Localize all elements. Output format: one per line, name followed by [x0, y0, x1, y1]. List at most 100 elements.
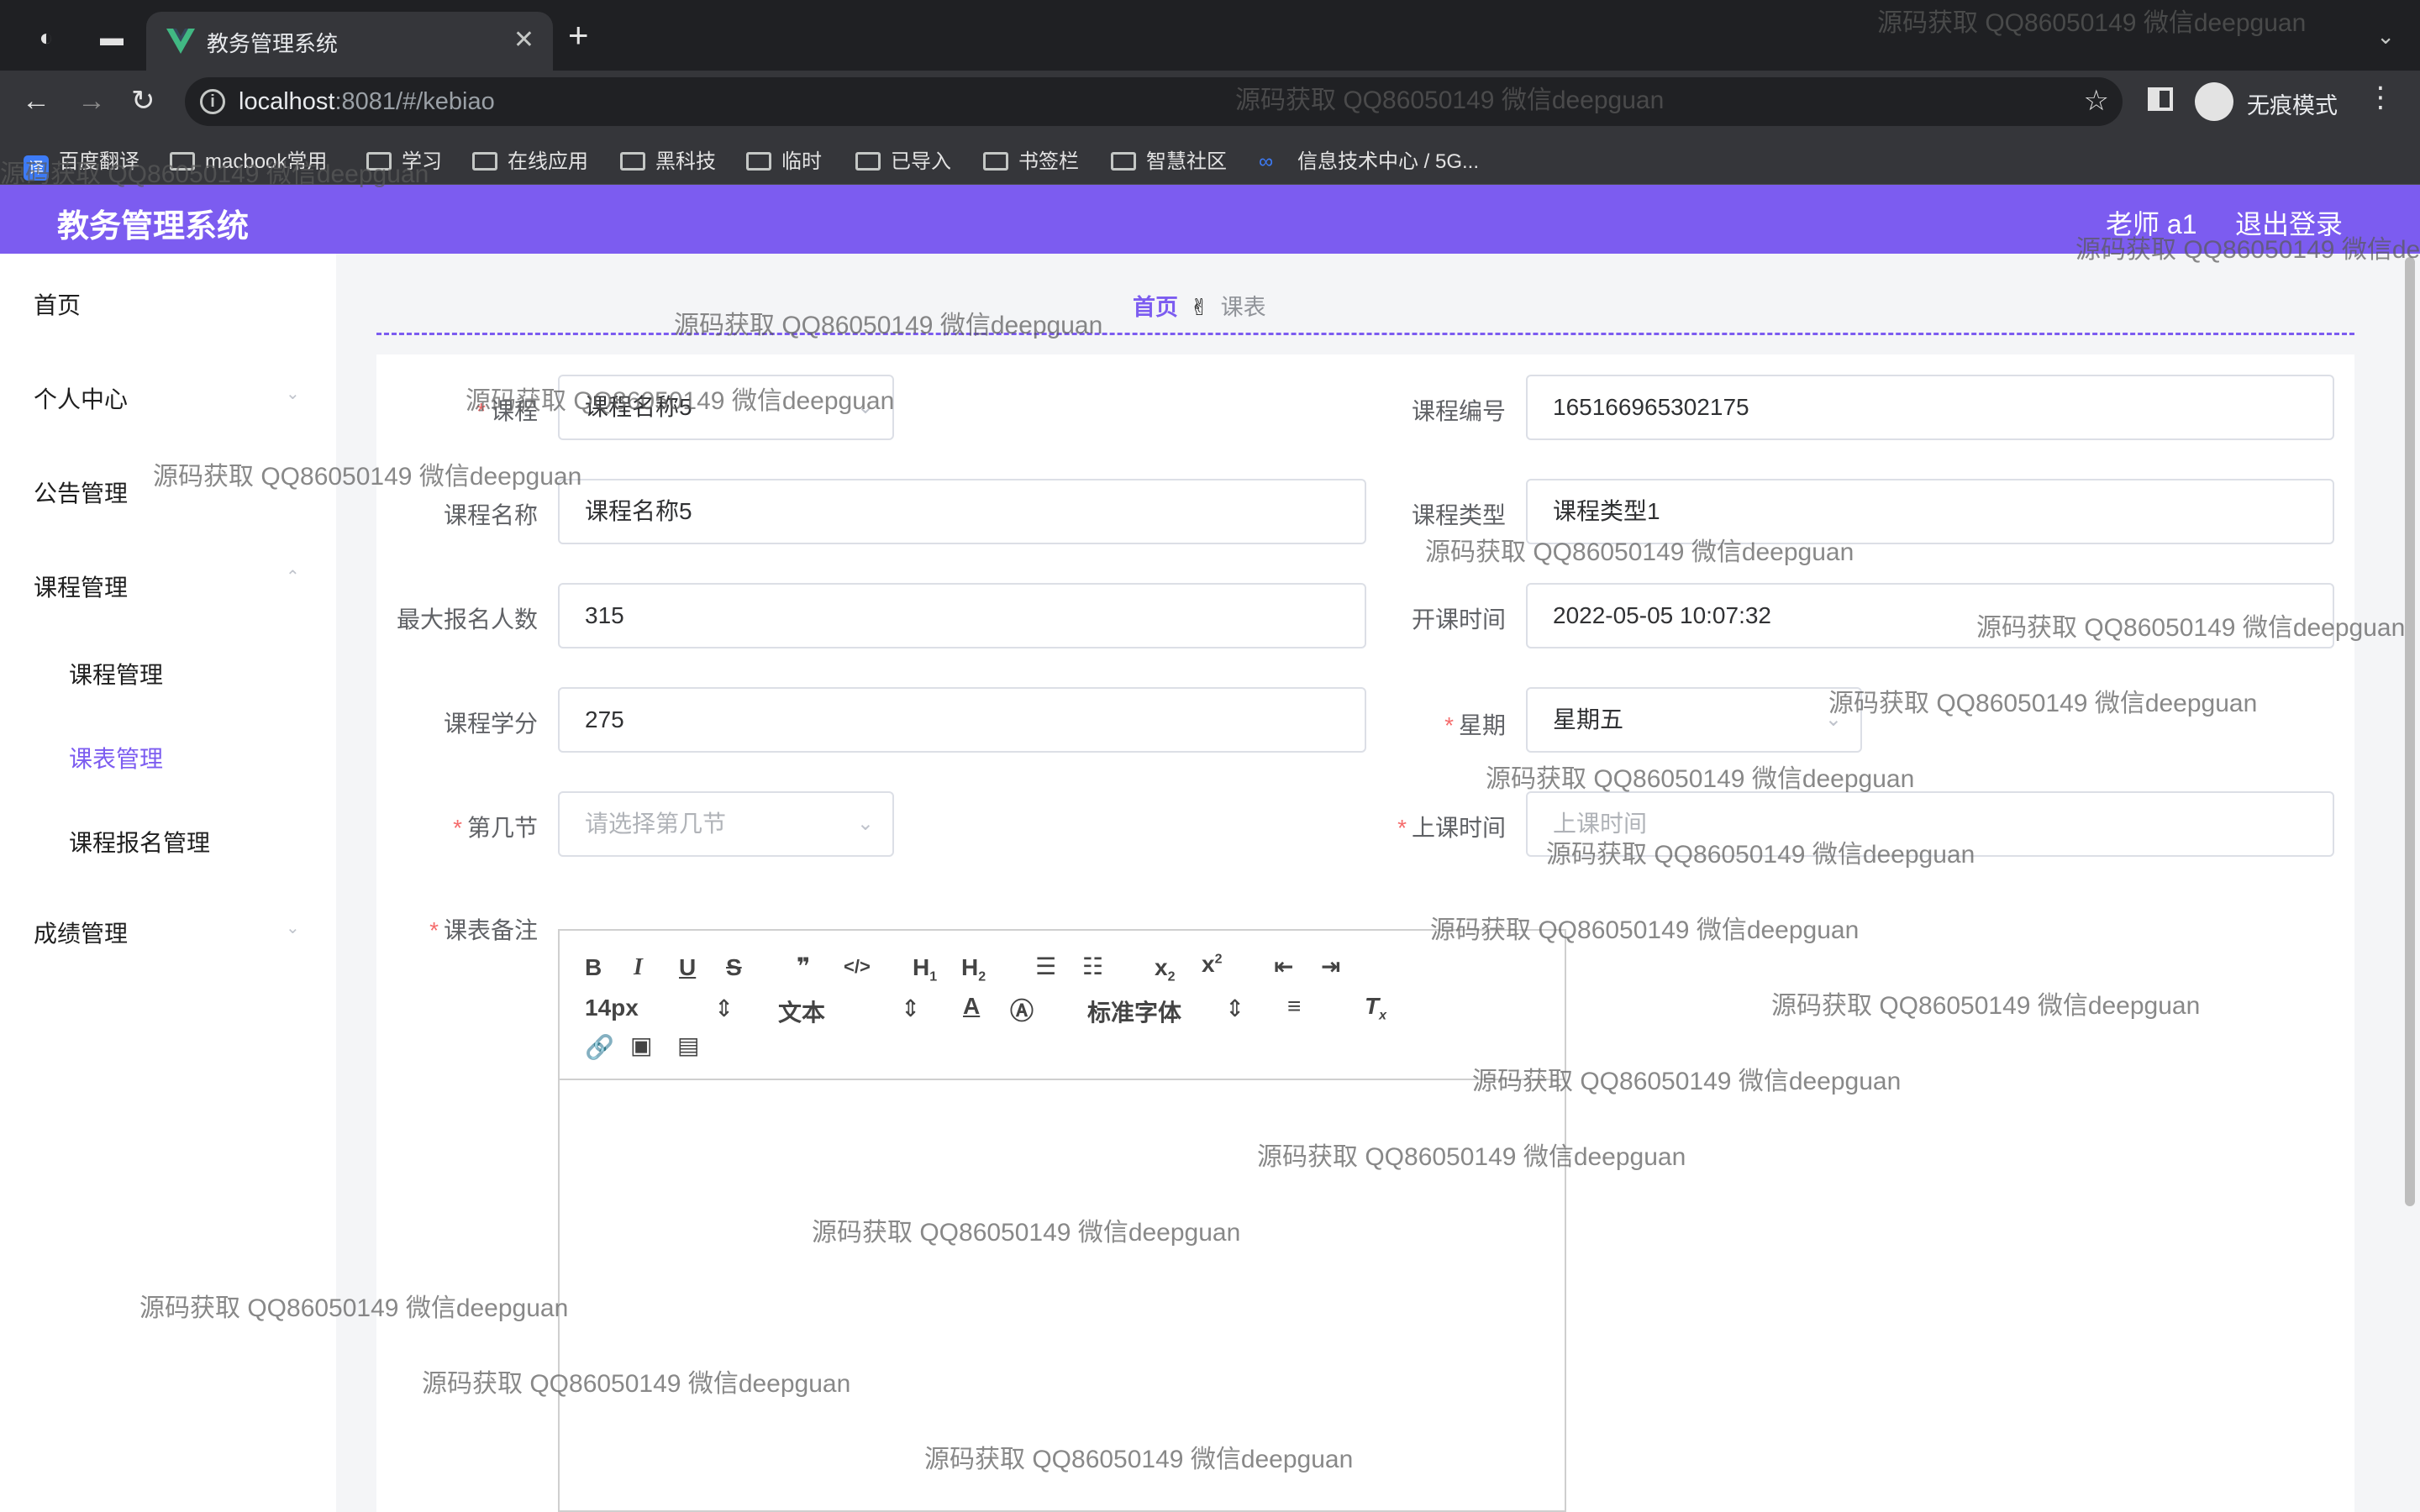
incognito-icon — [2195, 82, 2233, 121]
weekday-label: * 星期 — [1444, 712, 1506, 738]
bookmark-folder[interactable]: 智慧社区 — [1111, 144, 1227, 174]
incognito-indicator[interactable]: 无痕模式 — [2195, 81, 2354, 123]
side-panel-icon[interactable] — [2148, 87, 2173, 111]
bookmark-folder[interactable]: macbook常用 — [170, 144, 327, 174]
breadcrumb-home[interactable]: 首页 — [1133, 295, 1178, 320]
rich-text-editor[interactable]: B I U S ❞ </> H1 H2 ☰ ☷ x2 x2 ⇤ ⇥ 14px ⇕… — [558, 929, 1566, 1512]
window-icon[interactable]: ▬ — [97, 24, 126, 52]
bookmarks-bar: 译百度翻译 macbook常用 学习 在线应用 黑科技 临时 已导入 书签栏 智… — [0, 133, 2420, 185]
font-size-select[interactable]: 14px — [585, 995, 639, 1021]
logout-button[interactable]: 退出登录 — [2235, 203, 2343, 242]
align-icon[interactable]: ≡ — [1287, 993, 1301, 1020]
address-bar[interactable]: i localhost:8081/#/kebiao ☆ — [185, 77, 2123, 126]
course-name-label: 课程名称 — [443, 502, 538, 528]
chevron-down-icon[interactable]: ⌄ — [2376, 24, 2395, 50]
sidebar: 首页 个人中心 ⌄ 公告管理 课程管理 ⌃ 课程管理 课表管理 课程报名管理 成… — [0, 254, 336, 1512]
outdent-icon[interactable]: ⇤ — [1274, 953, 1293, 980]
bookmark-folder[interactable]: 黑科技 — [620, 144, 716, 174]
meta-icon: ∞ — [1259, 150, 1274, 173]
sidebar-subitem-schedule[interactable]: 课表管理 — [69, 741, 163, 774]
start-time-input[interactable]: 2022-05-05 10:07:32 — [1526, 583, 2334, 648]
course-label: * 课程 — [476, 398, 538, 424]
font-family-select[interactable]: 标准字体 — [1087, 995, 1181, 1028]
video-icon[interactable]: ▤ — [677, 1032, 699, 1059]
course-name-input[interactable]: 课程名称5 — [558, 479, 1366, 544]
folder-icon — [746, 152, 771, 171]
breadcrumb-separator: ✌ — [1190, 295, 1209, 320]
bookmark-folder[interactable]: 书签栏 — [983, 144, 1079, 174]
reload-button[interactable]: ↻ — [131, 86, 155, 116]
breadcrumb: 首页 ✌ 课表 — [1133, 289, 1266, 322]
code-block-icon[interactable]: </> — [844, 956, 871, 978]
back-button[interactable]: ← — [22, 86, 50, 116]
bookmark-star-icon[interactable]: ☆ — [2084, 84, 2109, 118]
underline-icon[interactable]: U — [679, 954, 696, 981]
page-scrollbar[interactable] — [2405, 257, 2415, 1206]
course-select[interactable]: 课程名称5 ⌄ — [558, 375, 894, 440]
folder-icon — [620, 152, 645, 171]
subscript-icon[interactable]: x2 — [1155, 954, 1175, 985]
bookmark-item[interactable]: 译百度翻译 — [24, 144, 139, 181]
header2-icon[interactable]: H2 — [961, 954, 986, 985]
link-icon[interactable]: 🔗 — [585, 1033, 614, 1061]
chevron-down-icon: ⌄ — [286, 919, 300, 937]
folder-icon — [366, 152, 392, 171]
sidebar-item-notice[interactable]: 公告管理 — [34, 475, 128, 509]
sidebar-subitem-course-manage[interactable]: 课程管理 — [69, 657, 163, 690]
class-time-label: * 上课时间 — [1397, 815, 1506, 841]
vue-logo-icon — [166, 29, 195, 54]
browser-menu-icon[interactable]: ⋮ — [2366, 81, 2395, 114]
folder-icon — [855, 152, 881, 171]
image-icon[interactable]: ▣ — [630, 1032, 652, 1059]
max-enroll-label: 最大报名人数 — [396, 606, 538, 633]
max-enroll-input[interactable]: 315 — [558, 583, 1366, 648]
strike-icon[interactable]: S — [726, 954, 742, 981]
remark-label: * 课表备注 — [429, 917, 538, 943]
divider — [376, 333, 2354, 335]
clear-format-icon[interactable]: Tx — [1365, 993, 1386, 1024]
chevron-down-icon: ⌄ — [856, 396, 874, 418]
bookmark-folder[interactable]: 临时 — [746, 144, 822, 174]
url-text[interactable]: localhost:8081/#/kebiao — [239, 88, 495, 116]
folder-icon — [472, 152, 497, 171]
translate-icon: 译 — [24, 155, 49, 181]
course-no-input[interactable]: 165166965302175 — [1526, 375, 2334, 440]
sidebar-item-grades[interactable]: 成绩管理 — [34, 916, 128, 949]
forward-button[interactable]: → — [77, 86, 106, 116]
sidebar-item-home[interactable]: 首页 — [34, 287, 81, 321]
text-color-icon[interactable]: A — [963, 993, 980, 1020]
blockquote-icon[interactable]: ❞ — [797, 953, 810, 980]
bullet-list-icon[interactable]: ☷ — [1082, 953, 1103, 980]
incognito-label: 无痕模式 — [2247, 93, 2338, 118]
sidebar-subitem-enrollment[interactable]: 课程报名管理 — [69, 825, 210, 858]
new-tab-button[interactable]: + — [568, 18, 589, 53]
sidebar-item-course[interactable]: 课程管理 — [34, 570, 128, 603]
background-color-icon[interactable]: Ⓐ — [1010, 993, 1034, 1026]
class-time-input[interactable]: 上课时间 — [1526, 791, 2334, 857]
course-type-input[interactable]: 课程类型1 — [1526, 479, 2334, 544]
bookmark-item[interactable]: ∞ 信息技术中心 / 5G... — [1259, 144, 1479, 174]
browser-tab[interactable]: 教务管理系统 ✕ — [146, 12, 553, 71]
bold-icon[interactable]: B — [585, 954, 602, 981]
header-select[interactable]: 文本 — [778, 995, 825, 1028]
bookmark-folder[interactable]: 学习 — [366, 144, 442, 174]
globe-icon[interactable]: ◐ — [32, 24, 60, 52]
start-time-label: 开课时间 — [1411, 606, 1506, 633]
bookmark-folder[interactable]: 在线应用 — [472, 144, 588, 174]
folder-icon — [983, 152, 1008, 171]
superscript-icon[interactable]: x2 — [1202, 951, 1222, 978]
credit-input[interactable]: 275 — [558, 687, 1366, 753]
weekday-select[interactable]: 星期五 ⌄ — [1526, 687, 1862, 753]
italic-icon[interactable]: I — [634, 954, 643, 981]
section-label: * 第几节 — [453, 815, 538, 841]
bookmark-folder[interactable]: 已导入 — [855, 144, 951, 174]
indent-icon[interactable]: ⇥ — [1321, 953, 1340, 980]
section-select[interactable]: 请选择第几节 ⌄ — [558, 791, 894, 857]
header1-icon[interactable]: H1 — [913, 954, 937, 985]
sidebar-item-personal-center[interactable]: 个人中心 — [34, 381, 128, 415]
chevron-down-icon: ⌄ — [856, 812, 874, 835]
site-info-icon[interactable]: i — [200, 89, 225, 114]
chevron-updown-icon: ⇕ — [901, 995, 921, 1021]
close-tab-icon[interactable]: ✕ — [513, 25, 534, 55]
ordered-list-icon[interactable]: ☰ — [1035, 953, 1056, 980]
